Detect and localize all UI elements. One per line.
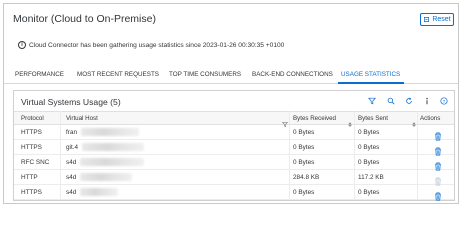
trash-icon[interactable] bbox=[434, 128, 442, 141]
tab-performance[interactable]: PERFORMANCE bbox=[15, 71, 64, 78]
sent-cell: 0 Bytes bbox=[358, 159, 380, 166]
host-cell: fran bbox=[66, 129, 78, 136]
panel-title-text: Virtual Systems Usage bbox=[21, 97, 108, 107]
help-icon[interactable]: ? bbox=[439, 96, 448, 105]
received-cell: 0 Bytes bbox=[293, 129, 315, 136]
received-cell: 284.8 KB bbox=[293, 174, 320, 181]
svg-text:?: ? bbox=[442, 98, 445, 104]
info-detail-icon[interactable] bbox=[422, 96, 431, 105]
received-cell: 0 Bytes bbox=[293, 159, 315, 166]
trash-icon[interactable] bbox=[434, 158, 442, 171]
info-message: i Cloud Connector has been gathering usa… bbox=[18, 41, 284, 49]
sent-cell: 0 Bytes bbox=[358, 189, 380, 196]
tab-top-time-consumers[interactable]: TOP TIME CONSUMERS bbox=[169, 71, 241, 78]
protocol-cell: HTTPS bbox=[21, 144, 42, 151]
host-cell: s4d bbox=[66, 159, 77, 166]
trash-icon[interactable] bbox=[434, 173, 442, 186]
panel-title: Virtual Systems Usage (5) bbox=[21, 97, 121, 107]
monitor-window: Monitor (Cloud to On-Premise) Reset i Cl… bbox=[3, 3, 459, 204]
col-virtual-host[interactable]: Virtual Host bbox=[66, 115, 98, 122]
col-protocol[interactable]: Protocol bbox=[21, 115, 44, 122]
filter-icon[interactable] bbox=[282, 115, 288, 128]
redacted-host bbox=[80, 158, 144, 166]
sent-cell: 0 Bytes bbox=[358, 144, 380, 151]
table-row[interactable]: HTTP s4d 284.8 KB 117.2 KB bbox=[14, 170, 454, 186]
col-bytes-sent[interactable]: Bytes Sent bbox=[358, 115, 388, 122]
table-row[interactable]: HTTPS git.4 0 Bytes 0 Bytes bbox=[14, 140, 454, 156]
tab-most-recent-requests[interactable]: MOST RECENT REQUESTS bbox=[77, 71, 159, 78]
trash-icon[interactable] bbox=[434, 188, 442, 201]
trash-icon[interactable] bbox=[434, 143, 442, 156]
sort-icon[interactable] bbox=[347, 115, 353, 127]
reset-button[interactable]: Reset bbox=[420, 13, 454, 26]
sent-cell: 0 Bytes bbox=[358, 129, 380, 136]
protocol-cell: HTTPS bbox=[21, 129, 42, 136]
received-cell: 0 Bytes bbox=[293, 144, 315, 151]
tab-usage-statistics[interactable]: USAGE STATISTICS bbox=[341, 71, 400, 78]
redacted-host bbox=[82, 143, 144, 151]
search-icon[interactable] bbox=[386, 96, 395, 105]
redacted-host bbox=[81, 128, 139, 136]
received-cell: 0 Bytes bbox=[293, 189, 315, 196]
protocol-cell: HTTPS bbox=[21, 189, 42, 196]
host-cell: s4d bbox=[66, 174, 77, 181]
tab-back-end-connections[interactable]: BACK-END CONNECTIONS bbox=[252, 71, 333, 78]
reset-label: Reset bbox=[432, 16, 451, 23]
info-text: Cloud Connector has been gathering usage… bbox=[29, 41, 285, 49]
table-row[interactable]: RFC SNC s4d 0 Bytes 0 Bytes bbox=[14, 155, 454, 171]
info-icon: i bbox=[18, 41, 26, 49]
page-title: Monitor (Cloud to On-Premise) bbox=[13, 13, 156, 25]
filter-icon[interactable] bbox=[367, 96, 376, 105]
table-header: Protocol Virtual Host Bytes Received Byt… bbox=[14, 111, 454, 128]
col-bytes-received[interactable]: Bytes Received bbox=[293, 115, 336, 122]
host-cell: s4d bbox=[66, 189, 77, 196]
redacted-host bbox=[80, 173, 132, 181]
virtual-systems-panel: Virtual Systems Usage (5) ? Protocol Vir… bbox=[13, 90, 455, 201]
active-tab-indicator bbox=[338, 82, 404, 84]
sent-cell: 117.2 KB bbox=[358, 174, 384, 181]
redacted-host bbox=[80, 188, 118, 196]
col-actions: Actions bbox=[420, 114, 441, 122]
reset-icon bbox=[424, 17, 430, 22]
table-row[interactable]: HTTPS fran 0 Bytes 0 Bytes bbox=[14, 125, 454, 141]
refresh-icon[interactable] bbox=[404, 96, 413, 105]
protocol-cell: RFC SNC bbox=[21, 159, 50, 166]
protocol-cell: HTTP bbox=[21, 174, 38, 181]
table-row[interactable]: HTTPS s4d 0 Bytes 0 Bytes bbox=[14, 185, 454, 201]
panel-count: (5) bbox=[110, 97, 121, 107]
host-cell: git.4 bbox=[66, 144, 79, 151]
